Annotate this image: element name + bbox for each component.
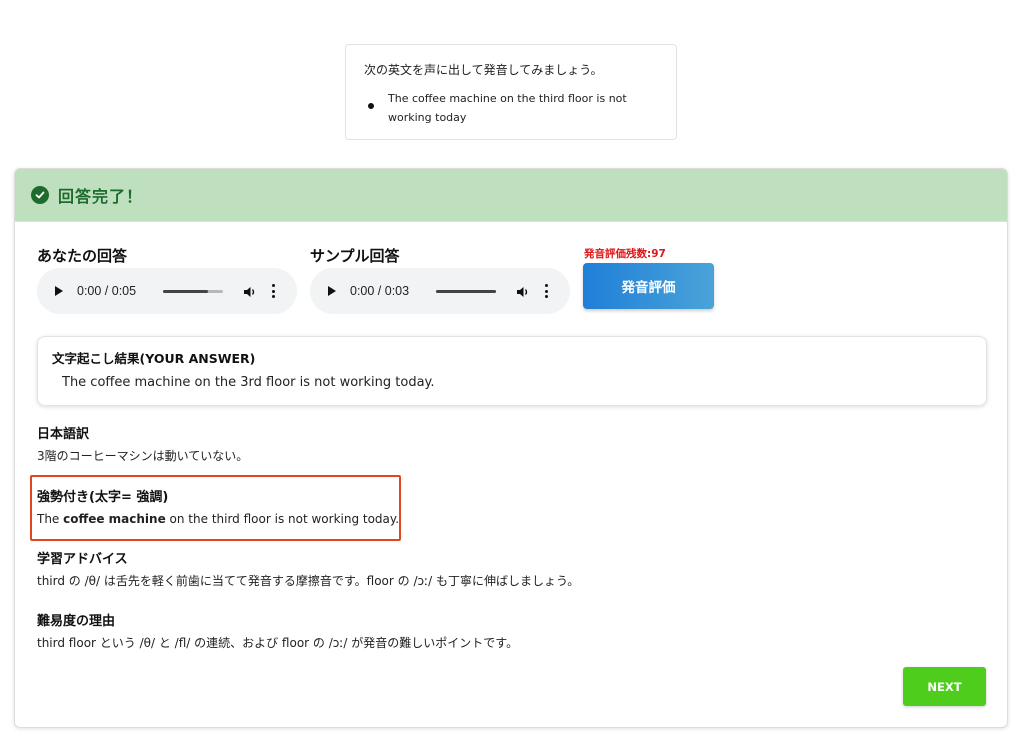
volume-icon[interactable] — [516, 284, 530, 298]
emphasis-text-after: on the third floor is not working today. — [165, 512, 400, 526]
next-button[interactable]: NEXT — [903, 667, 986, 706]
transcript-title: 文字起こし結果(YOUR ANSWER) — [52, 351, 256, 366]
japanese-translation-text: 3階のコーヒーマシンは動いていない。 — [37, 449, 249, 463]
prompt-sentence-item: The coffee machine on the third floor is… — [364, 89, 658, 127]
more-vertical-icon[interactable] — [544, 284, 548, 298]
your-answer-time: 0:00 / 0:05 — [77, 284, 137, 298]
sample-answer-progress-slider[interactable] — [436, 289, 496, 293]
check-circle-icon — [31, 186, 49, 204]
transcript-text: The coffee machine on the 3rd floor is n… — [62, 375, 435, 390]
japanese-translation-title: 日本語訳 — [37, 427, 90, 442]
result-panel: 回答完了！ あなたの回答 0:00 / 0:05 サンプル回答 0:00 / 0… — [14, 168, 1008, 728]
learning-advice-title: 学習アドバイス — [37, 552, 128, 567]
difficulty-reason-title: 難易度の理由 — [37, 614, 116, 629]
sample-answer-label: サンプル回答 — [310, 247, 400, 265]
prompt-sentence: The coffee machine on the third floor is… — [388, 92, 627, 124]
learning-advice-text: third の /θ/ は舌先を軽く前歯に当てて発音する摩擦音です。floor … — [37, 574, 580, 588]
emphasis-bold-words: coffee machine — [63, 512, 166, 526]
bullet-icon — [368, 103, 374, 109]
prompt-instruction: 次の英文を声に出して発音してみましょう。 — [364, 63, 603, 77]
prompt-card: 次の英文を声に出して発音してみましょう。 The coffee machine … — [345, 44, 677, 140]
result-title: 回答完了！ — [58, 187, 144, 206]
play-icon[interactable] — [55, 286, 63, 296]
difficulty-reason-section: 難易度の理由 third floor という /θ/ と /fl/ の連続、およ… — [37, 613, 518, 652]
progress-fill — [163, 289, 208, 293]
more-vertical-icon[interactable] — [271, 284, 275, 298]
progress-fill — [436, 289, 496, 293]
result-header: 回答完了！ — [15, 169, 1007, 222]
emphasis-text-before: The — [37, 512, 64, 526]
your-answer-progress-slider[interactable] — [163, 289, 223, 293]
transcript-card: 文字起こし結果(YOUR ANSWER) The coffee machine … — [37, 336, 987, 406]
play-icon[interactable] — [328, 286, 336, 296]
emphasis-text: The coffee machine on the third floor is… — [37, 510, 399, 528]
japanese-translation-section: 日本語訳 3階のコーヒーマシンは動いていない。 — [37, 426, 248, 465]
remaining-count: 発音評価残数:97 — [584, 248, 666, 260]
your-answer-label: あなたの回答 — [37, 247, 128, 265]
sample-answer-time: 0:00 / 0:03 — [350, 284, 410, 298]
emphasis-title: 強勢付き(太字= 強調) — [37, 490, 169, 505]
emphasis-section: 強勢付き(太字= 強調) The coffee machine on the t… — [37, 489, 399, 528]
sample-answer-audio-player[interactable]: 0:00 / 0:03 — [310, 268, 570, 314]
pronunciation-assess-button[interactable]: 発音評価 — [583, 263, 714, 309]
your-answer-audio-player[interactable]: 0:00 / 0:05 — [37, 268, 297, 314]
learning-advice-section: 学習アドバイス third の /θ/ は舌先を軽く前歯に当てて発音する摩擦音で… — [37, 551, 579, 590]
volume-icon[interactable] — [243, 284, 257, 298]
difficulty-reason-text: third floor という /θ/ と /fl/ の連続、および floor… — [37, 636, 519, 650]
